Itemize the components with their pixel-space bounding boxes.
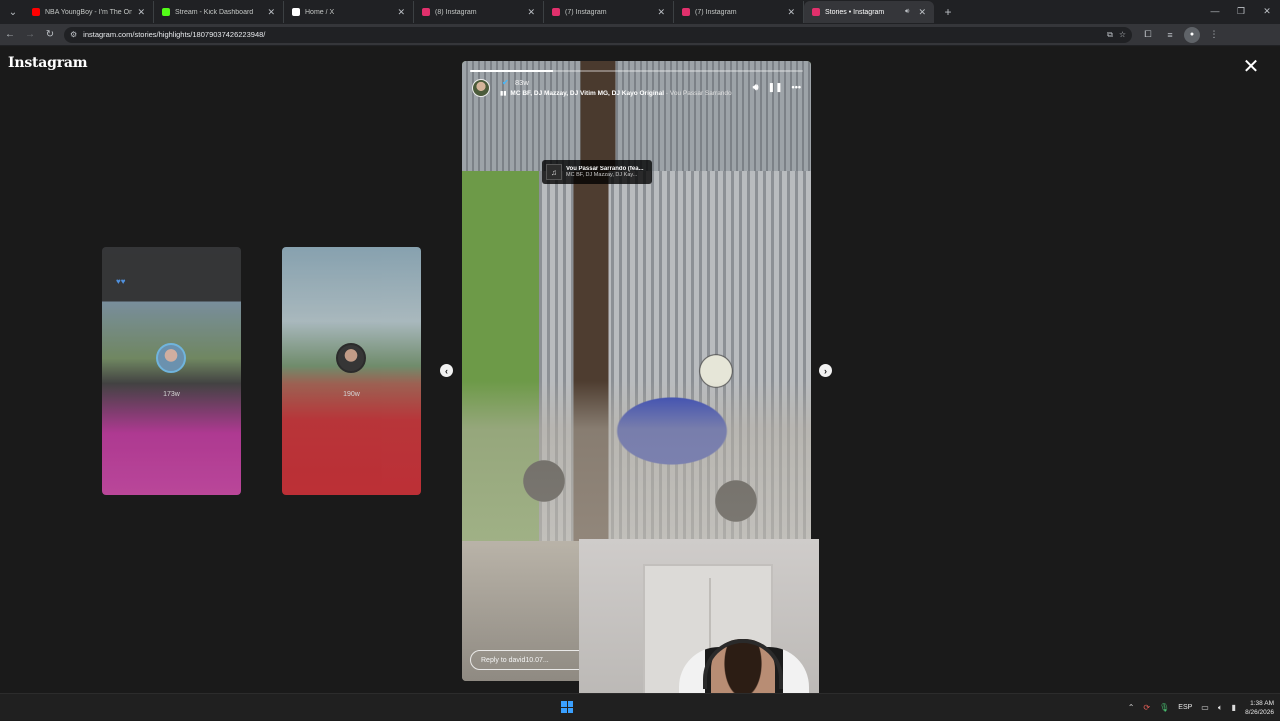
reading-list-icon[interactable]: ≡ <box>1162 27 1178 43</box>
music-bars-icon: ▮▮ <box>500 91 507 97</box>
previous-story-preview[interactable]: 190w <box>282 247 421 495</box>
profile-avatar[interactable]: ● <box>1184 26 1200 43</box>
browser-tab[interactable]: Home / X ✕ <box>284 1 414 23</box>
heart-stickers-icon: ♥♥ <box>116 277 126 286</box>
browser-tab[interactable]: (7) Instagram ✕ <box>674 1 804 23</box>
browser-tab[interactable]: Stream - Kick Dashboard ✕ <box>154 1 284 23</box>
preview-time: 173w <box>163 391 180 398</box>
address-bar[interactable]: ⚙ instagram.com/stories/highlights/18079… <box>64 26 1132 43</box>
tab-title: Home / X <box>305 8 335 16</box>
windows-start-icon[interactable] <box>561 701 573 713</box>
verified-badge-icon: ✔ <box>502 78 509 87</box>
preview-avatar <box>156 343 186 373</box>
x-icon <box>292 8 300 16</box>
tab-close-icon[interactable]: ✕ <box>267 7 275 18</box>
story-time: 83w <box>515 78 529 87</box>
tab-strip: ⌄ NBA YoungBoy - I'm The One ✕ Stream - Ki… <box>0 0 1280 24</box>
reply-input[interactable]: Reply to david10.07... <box>470 650 590 670</box>
tab-title: Stream - Kick Dashboard <box>175 8 254 16</box>
music-song: Vou Passar Sarrando <box>669 90 732 97</box>
youtube-icon <box>32 8 40 16</box>
tab-close-icon[interactable]: ✕ <box>397 7 405 18</box>
music-artists: MC BF, DJ Mazzay, DJ Vitim MG, DJ Kayo O… <box>510 90 665 97</box>
tab-title: (7) Instagram <box>695 8 737 16</box>
music-separator: · <box>665 90 669 97</box>
window-controls: — ❐ ✕ <box>1202 0 1280 24</box>
volume-icon[interactable]: 🔊︎ <box>753 82 759 93</box>
microphone-icon[interactable]: 🎙︎ <box>1159 703 1169 712</box>
new-tab-button[interactable]: + <box>938 2 958 22</box>
previous-story-arrow-icon[interactable]: ‹ <box>440 364 453 377</box>
install-app-icon[interactable]: ⧉ <box>1107 30 1113 40</box>
instagram-logo[interactable]: Instagram <box>8 55 88 71</box>
tab-close-icon[interactable]: ✕ <box>657 7 665 18</box>
story-music-attribution[interactable]: ▮▮ MC BF, DJ Mazzay, DJ Vitim MG, DJ Kay… <box>500 90 732 97</box>
story-progress-bar <box>470 70 803 72</box>
tab-title: Stories • Instagram <box>825 8 885 16</box>
story-progress-fill <box>470 70 554 72</box>
story-author-avatar[interactable] <box>472 79 490 97</box>
instagram-icon <box>682 8 690 16</box>
bookmark-star-icon[interactable]: ☆ <box>1119 30 1126 39</box>
forward-button[interactable]: → <box>20 25 40 45</box>
recording-icon[interactable]: ⟳ <box>1143 703 1150 712</box>
sticker-artists: MC BF, DJ Mazzay, DJ Kay... <box>566 172 638 178</box>
browser-tab[interactable]: (7) Instagram ✕ <box>544 1 674 23</box>
tab-close-icon[interactable]: ✕ <box>918 7 926 18</box>
kick-icon <box>162 8 170 16</box>
battery-icon[interactable]: ▮ <box>1232 703 1236 712</box>
story-controls: 🔊︎ ❚❚ ••• <box>753 82 801 93</box>
system-tray: ⌃ ⟳ 🎙︎ ESP ▭ 🔈︎ ▮ 1:38 AM 8/26/2026 <box>1128 694 1274 721</box>
browser-tab[interactable]: Stories • Instagram 🔊︎ ✕ <box>804 1 934 23</box>
back-button[interactable]: ← <box>0 25 20 45</box>
browser-tab[interactable]: NBA YoungBoy - I'm The One ✕ <box>24 1 154 23</box>
tray-overflow-icon[interactable]: ⌃ <box>1128 703 1135 712</box>
tab-close-icon[interactable]: ✕ <box>527 7 535 18</box>
more-options-icon[interactable]: ••• <box>792 82 801 93</box>
tab-list: NBA YoungBoy - I'm The One ✕ Stream - Kick… <box>24 1 934 23</box>
maximize-icon[interactable]: ❐ <box>1228 0 1254 22</box>
url-text: instagram.com/stories/highlights/1807903… <box>83 30 266 39</box>
browser-toolbar: ← → ↻ ⚙ instagram.com/stories/highlights… <box>0 24 1280 46</box>
language-indicator[interactable]: ESP <box>1178 704 1192 711</box>
preview-avatar <box>336 343 366 373</box>
site-info-icon[interactable]: ⚙ <box>70 30 77 39</box>
tab-close-icon[interactable]: ✕ <box>137 7 145 18</box>
tab-title: (8) Instagram <box>435 8 477 16</box>
pause-icon[interactable]: ❚❚ <box>767 82 782 93</box>
clock-date: 8/26/2026 <box>1245 708 1274 716</box>
story-photo <box>462 171 811 541</box>
browser-menu-icon[interactable]: ⋮ <box>1206 27 1222 43</box>
previous-story-preview[interactable]: ♥♥ 173w <box>102 247 241 495</box>
speaker-icon[interactable]: 🔈︎ <box>1218 703 1223 713</box>
instagram-icon <box>812 8 820 16</box>
tab-title: NBA YoungBoy - I'm The One <box>45 8 133 16</box>
tab-search-button[interactable]: ⌄ <box>2 1 24 23</box>
network-icon[interactable]: ▭ <box>1201 703 1209 712</box>
tab-audio-icon[interactable]: 🔊︎ <box>905 8 909 16</box>
tab-close-icon[interactable]: ✕ <box>787 7 795 18</box>
music-sticker[interactable]: ♫ Vou Passar Sarrando (fea... MC BF, DJ … <box>542 160 652 184</box>
clock[interactable]: 1:38 AM 8/26/2026 <box>1245 699 1274 717</box>
tab-title: (7) Instagram <box>565 8 607 16</box>
extensions-icon[interactable]: ⧠ <box>1140 27 1156 43</box>
instagram-icon <box>422 8 430 16</box>
preview-time: 190w <box>343 391 360 398</box>
close-viewer-icon[interactable]: ✕ <box>1240 55 1262 78</box>
browser-tab[interactable]: (8) Instagram ✕ <box>414 1 544 23</box>
window-close-icon[interactable]: ✕ <box>1254 0 1280 22</box>
minimize-icon[interactable]: — <box>1202 0 1228 22</box>
taskbar: ⌃ ⟳ 🎙︎ ESP ▭ 🔈︎ ▮ 1:38 AM 8/26/2026 <box>0 693 1280 720</box>
instagram-icon <box>552 8 560 16</box>
next-story-arrow-icon[interactable]: › <box>819 364 832 377</box>
music-note-icon: ♫ <box>546 164 562 180</box>
clock-time: 1:38 AM <box>1250 699 1274 707</box>
reload-button[interactable]: ↻ <box>40 25 60 45</box>
